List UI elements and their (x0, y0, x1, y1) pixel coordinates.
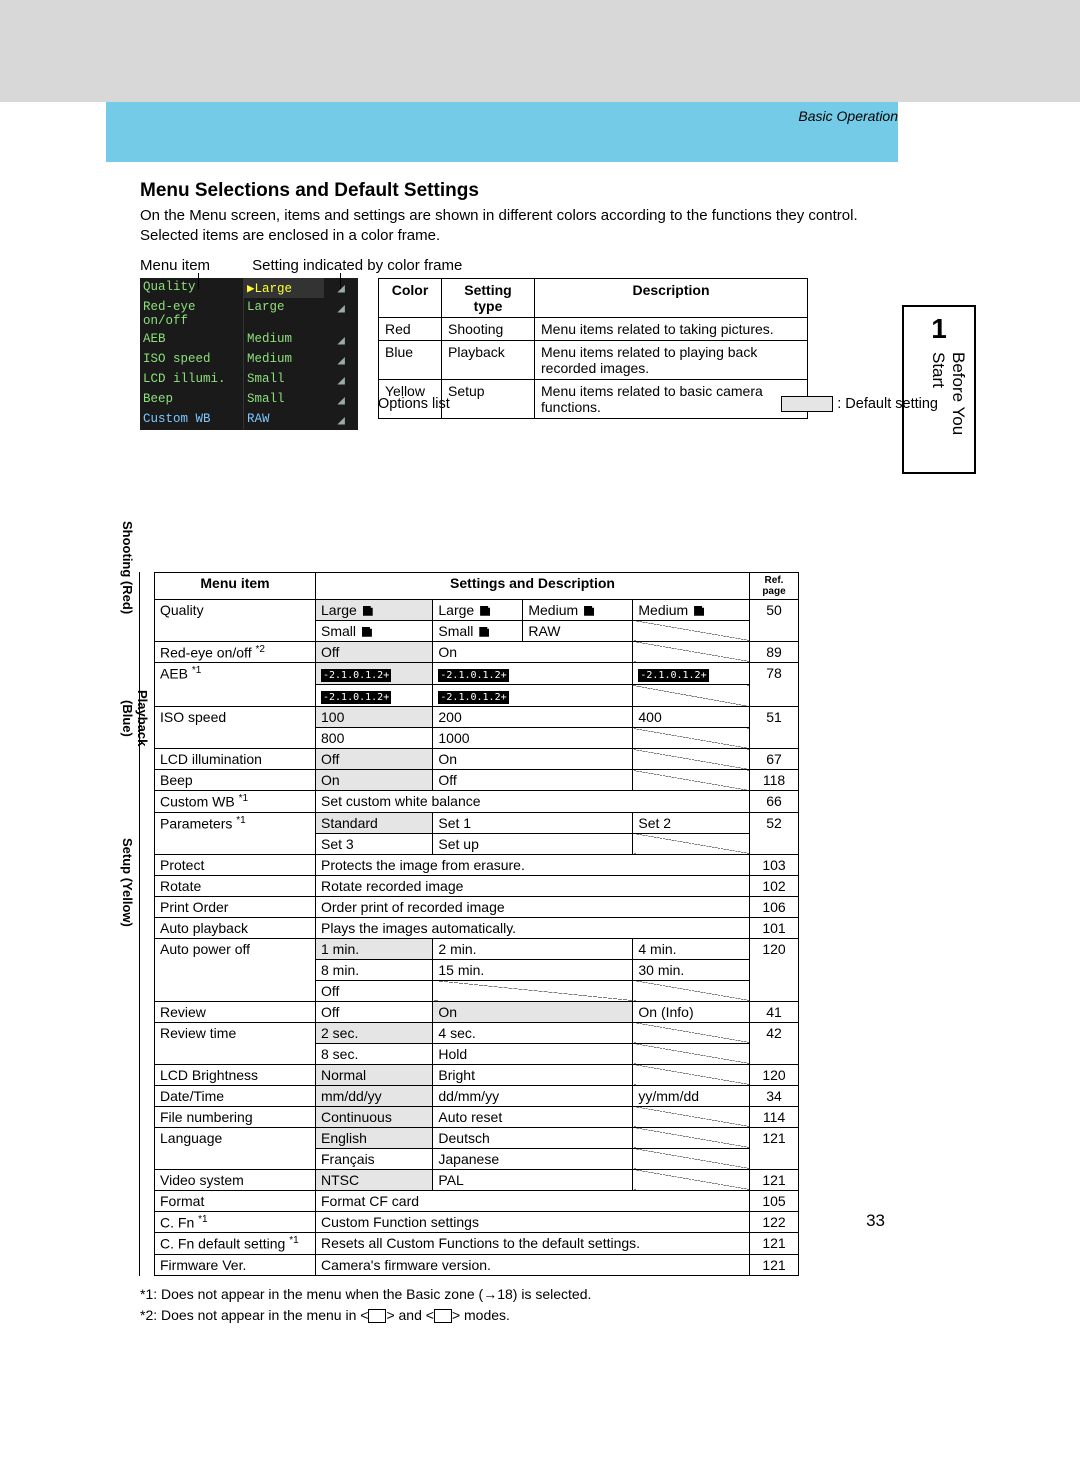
page-number: 33 (866, 1211, 885, 1231)
screenshot-area: Quality▶Large◢Red-eye on/offLarge◢AEBMed… (140, 278, 900, 1277)
annotate-menu-item: Menu item (140, 257, 248, 274)
th-setting-type: Setting type (442, 278, 535, 317)
th-settings: Settings and Description (316, 572, 750, 599)
th-description: Description (535, 278, 808, 317)
content-area: Menu Selections and Default Settings On … (140, 180, 900, 1326)
th-ref: Ref. page (750, 572, 799, 599)
default-label: : Default setting (837, 396, 938, 412)
settings-table: Menu item Settings and Description Ref. … (139, 572, 799, 1277)
side-tab-number: 1 (904, 313, 974, 345)
th-color: Color (379, 278, 442, 317)
footnote-1: *1: Does not appear in the menu when the… (140, 1284, 900, 1305)
running-head: Basic Operation (106, 108, 898, 124)
options-list-label: Options list (378, 396, 450, 412)
intro-text: On the Menu screen, items and settings a… (140, 206, 900, 247)
footnotes: *1: Does not appear in the menu when the… (140, 1284, 900, 1326)
options-legend: Options list : Default setting (378, 396, 938, 412)
side-tab: 1 Before You Start (902, 305, 976, 474)
mode-icon (434, 1309, 452, 1323)
annotate-setting: Setting indicated by color frame (252, 257, 462, 274)
page-title: Menu Selections and Default Settings (140, 180, 900, 202)
top-gray-bar (0, 0, 1080, 102)
mode-icon (368, 1309, 386, 1323)
camera-screenshot: Quality▶Large◢Red-eye on/offLarge◢AEBMed… (140, 278, 358, 430)
footnote-2: *2: Does not appear in the menu in <> an… (140, 1305, 900, 1326)
th-menu-item: Menu item (155, 572, 316, 599)
page: Basic Operation 1 Before You Start Menu … (0, 0, 1080, 1476)
vlabel-setup: Setup (Yellow) (120, 808, 135, 958)
side-tab-text: Before You Start (928, 352, 968, 472)
vlabel-playback: Playback (Blue) (120, 676, 150, 762)
annotation-labels: Menu item Setting indicated by color fra… (140, 257, 900, 274)
vlabel-shooting: Shooting (Red) (120, 483, 135, 653)
default-box-icon (781, 396, 833, 412)
